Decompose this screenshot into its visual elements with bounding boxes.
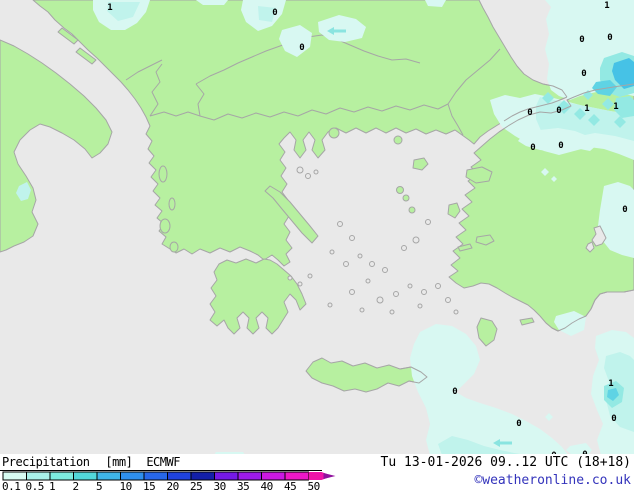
island — [401, 245, 407, 251]
scale-color-cell — [49, 471, 74, 481]
scale-tick-labels: 0.1 0.5 1 2 5 10 15 20 25 30 35 40 45 50 — [2, 480, 342, 490]
island — [296, 166, 304, 174]
island — [421, 289, 427, 295]
island — [382, 267, 388, 273]
precip-value-label: 1 — [107, 3, 112, 13]
island-samothraki — [393, 135, 403, 145]
island — [402, 194, 410, 202]
island — [337, 221, 343, 227]
island — [407, 283, 413, 289]
island — [412, 236, 420, 244]
island — [329, 249, 335, 255]
island — [349, 235, 355, 241]
model-name: ECMWF — [146, 455, 180, 469]
island — [389, 309, 395, 315]
precip-value-label: 0 — [556, 106, 561, 116]
precip-value-label: 1 — [608, 379, 613, 389]
precipitation-map: 1001000001100001000100 — [0, 0, 634, 455]
island — [365, 278, 371, 284]
precip-value-label: 1 — [613, 102, 618, 112]
scale-tick-value: 40 — [260, 480, 274, 490]
island — [307, 273, 313, 279]
scale-color-cell — [73, 471, 98, 481]
scale-tick-value: 35 — [237, 480, 250, 490]
scale-color-cell — [120, 471, 145, 481]
island — [313, 169, 319, 175]
island — [425, 219, 431, 225]
island — [445, 297, 451, 303]
scale-color-cell — [143, 471, 168, 481]
island — [357, 253, 363, 259]
island-corfu — [158, 165, 168, 183]
island — [305, 173, 311, 179]
scale-tick-value: 25 — [190, 480, 203, 490]
legend-title: Precipitation — [2, 455, 90, 469]
precip-value-label: 0 — [452, 387, 457, 397]
island — [169, 241, 179, 253]
precip-value-label: 0 — [516, 419, 521, 429]
scale-tick-value: 50 — [307, 480, 321, 490]
scale-color-cell — [167, 471, 192, 481]
weather-map-page: 1001000001100001000100 Precipitation[mm]… — [0, 0, 634, 490]
precip-value-label: 0 — [299, 43, 304, 53]
precip-value-label: 0 — [527, 108, 532, 118]
scale-tick-value: 15 — [143, 480, 156, 490]
legend-bar: Precipitation [mm] ECMWF 0.1 0.5 1 2 5 10 15 20 25… — [0, 454, 634, 490]
scale-tick-value: 2 — [72, 480, 80, 490]
precip-value-label: 0 — [622, 205, 627, 215]
precip-value-label: 1 — [584, 104, 589, 114]
precip-value-label: 0 — [581, 69, 586, 79]
precip-value-label: 0 — [558, 141, 563, 151]
scale-color-cell — [214, 471, 239, 481]
island-andros — [396, 186, 404, 194]
scale-color-cell — [96, 471, 121, 481]
scale-color-cell — [237, 471, 262, 481]
island — [453, 309, 459, 315]
precip-value-label: 0 — [611, 414, 616, 424]
scale-tick-value: 20 — [166, 480, 180, 490]
scale-color-cell — [26, 471, 51, 481]
island — [327, 302, 333, 308]
island-amorgos — [435, 283, 441, 289]
island — [359, 307, 365, 313]
legend-title-row: Precipitation [mm] ECMWF — [2, 455, 180, 469]
island-tinos — [408, 206, 416, 214]
precip-value-label: 1 — [604, 1, 609, 11]
map-canvas: 1001000001100001000100 — [0, 0, 634, 455]
scale-tick-value: 1 — [49, 480, 56, 490]
island-milos — [376, 296, 384, 304]
island-thasos — [328, 127, 340, 139]
scale-color-cell — [284, 471, 309, 481]
scale-overflow-arrow-tip — [323, 473, 336, 479]
scale-color-cell — [261, 471, 286, 481]
precip-value-label: 0 — [272, 8, 277, 18]
copyright-text: ©weatheronline.co.uk — [474, 473, 631, 488]
scale-color-cell — [2, 471, 27, 481]
scale-tick-value: 45 — [284, 480, 297, 490]
island — [343, 261, 349, 267]
island — [349, 289, 355, 295]
island-kefalonia — [159, 218, 171, 234]
precip-value-label: 0 — [579, 35, 584, 45]
forecast-datetime: Tu 13-01-2026 09..12 UTC (18+18) — [380, 455, 631, 470]
island — [369, 261, 375, 267]
island — [417, 303, 423, 309]
island — [297, 281, 303, 287]
precip-value-label: 0 — [530, 143, 535, 153]
scale-tick-value: 10 — [119, 480, 133, 490]
scale-tick-value: 5 — [96, 480, 103, 490]
island-santorini — [393, 291, 399, 297]
scale-tick-value: 0.1 — [2, 480, 21, 490]
legend-unit: [mm] — [105, 455, 133, 469]
scale-tick-value: 30 — [213, 480, 227, 490]
island — [287, 275, 293, 281]
scale-tick-value: 0.5 — [25, 480, 45, 490]
precip-value-label: 0 — [607, 33, 612, 43]
scale-color-cell — [190, 471, 215, 481]
island — [168, 197, 176, 211]
